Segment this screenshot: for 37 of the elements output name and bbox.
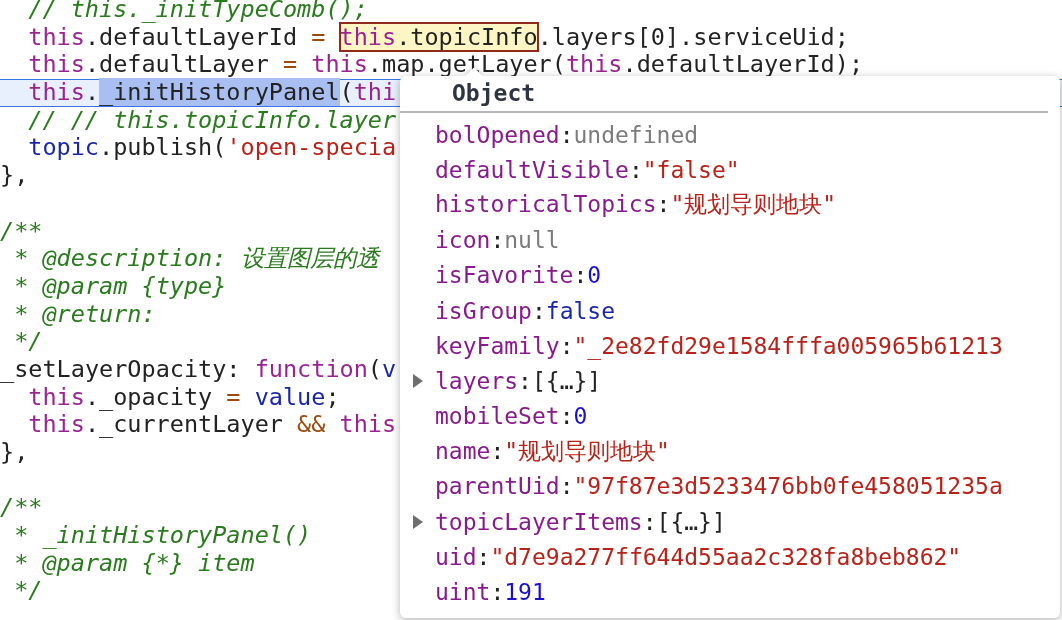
code-line: _setLayerOpacity: function(v	[0, 354, 397, 383]
property-text: historicalTopics:"规划导则地块"	[435, 190, 837, 220]
code-line: /**	[0, 493, 43, 522]
code-line: topic.publish('open-specia	[28, 133, 397, 162]
property-text: uint:191	[435, 579, 546, 606]
code-line: */	[13, 327, 43, 356]
code-line: this._initHistoryPanel(thi	[28, 78, 397, 107]
code-line: this.defaultLayerId = this.topicInfo.layers[0].serviceUid;	[28, 22, 849, 51]
property-text: uid:"d7e9a277ff644d55aa2c328fa8beb862"	[435, 543, 962, 570]
property-text: layers:[{…}]	[435, 367, 602, 394]
code-line: },	[0, 161, 29, 190]
code-line: * @description: 设置图层的透	[13, 244, 379, 273]
property-text: mobileSet:0	[435, 403, 588, 430]
property-text: isFavorite:0	[435, 262, 602, 289]
property-text: name:"规划导则地块"	[435, 436, 670, 466]
property-text: topicLayerItems:[{…}]	[435, 508, 726, 535]
property-text: bolOpened:undefined	[435, 121, 699, 148]
expand-triangle-icon[interactable]	[412, 372, 424, 389]
code-line: // // this.topicInfo.layer	[28, 105, 397, 134]
expand-triangle-icon[interactable]	[412, 513, 424, 530]
code-line: * @param {type}	[13, 271, 227, 300]
property-text: defaultVisible:"false"	[435, 156, 740, 183]
property-text: keyFamily:"_2e82fd29e1584fffa005965b61213	[435, 332, 1003, 359]
code-line: // this._initTypeComb();	[28, 0, 368, 23]
code-line: * @return:	[13, 299, 156, 328]
property-text: parentUid:"97f87e3d5233476bb0fe458051235a	[435, 473, 1003, 500]
code-line: this.defaultLayer = this.map.getLayer(this.defaultLayerId);	[28, 50, 864, 79]
code-line: this._currentLayer && this	[28, 410, 397, 439]
code-line: * _initHistoryPanel()	[13, 521, 312, 550]
code-line: /**	[0, 216, 43, 245]
code-line: */	[13, 576, 43, 605]
property-text: isGroup:false	[435, 297, 616, 324]
popover-title: Object	[452, 80, 536, 106]
code-line: * @param {*} item	[13, 548, 255, 577]
code-line: this._opacity = value;	[28, 382, 340, 411]
property-text: icon:null	[435, 227, 560, 254]
code-line: },	[0, 438, 29, 466]
